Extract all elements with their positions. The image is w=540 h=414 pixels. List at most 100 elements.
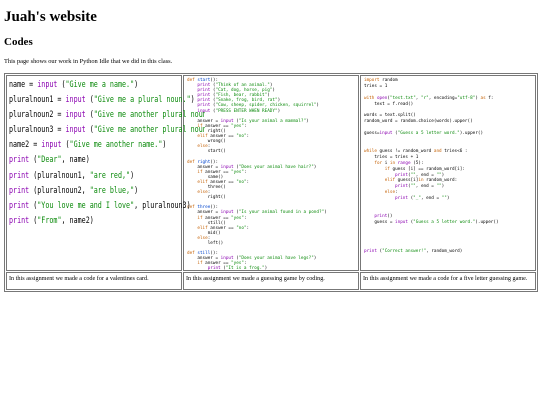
- code-token: input: [65, 110, 86, 121]
- code-token: ): [190, 95, 195, 106]
- code-token: guess != random_word: [376, 148, 434, 154]
- code-token: "PRESS ENTER WHEN READY": [215, 108, 278, 114]
- valentines-caption: In this assignment we made a code for a …: [6, 272, 182, 290]
- code-token: words = text.split(): [364, 113, 416, 119]
- code-token: "no": [236, 225, 247, 231]
- code-token: random: [379, 78, 398, 83]
- guessing-game-code-cell: def start(): print ("Think of an animal.…: [183, 75, 359, 271]
- code-token: random_word = random.choice(words).upper…: [364, 119, 473, 125]
- code-token: "Give me a name.": [65, 80, 135, 90]
- code-token: (: [29, 200, 38, 211]
- code-token: "You love me and I love": [37, 200, 135, 211]
- code-line: name = input ("Give me a name."): [9, 78, 162, 93]
- code-token: "From": [37, 215, 62, 226]
- guessing-game-code-screenshot: def start(): print ("Think of an animal.…: [184, 76, 358, 270]
- code-token: print: [395, 172, 408, 178]
- code-token: "Give me a plural noun.": [93, 95, 191, 106]
- code-token: import: [364, 78, 380, 83]
- code-token: , encoding=: [428, 95, 458, 101]
- code-token: :: [395, 190, 398, 196]
- code-token: else: [384, 190, 396, 196]
- code-token: "test.txt": [389, 95, 416, 101]
- code-line: print ("From", name2): [9, 214, 162, 229]
- code-token: "Does your animal have hair?": [238, 164, 314, 170]
- code-token: print: [9, 155, 30, 166]
- code-token: name =: [9, 80, 38, 90]
- word-game-caption: In this assignment we made a code for a …: [360, 272, 536, 290]
- code-token: "Correct answer!": [382, 249, 427, 255]
- code-line: print ("Dear", name): [9, 153, 162, 168]
- code-token: ): [441, 172, 445, 178]
- code-token: "utf-8": [457, 95, 476, 101]
- code-token: , end =: [420, 196, 442, 202]
- code-token: pluralnoun2 =: [9, 110, 66, 121]
- code-token: elif: [384, 178, 396, 184]
- code-token: print: [9, 185, 30, 196]
- code-token: input: [37, 80, 58, 90]
- code-token: print: [395, 184, 408, 190]
- code-token: ): [134, 185, 139, 196]
- code-token: guess[i]: [395, 178, 419, 184]
- valentines-code-screenshot: name = input ("Give me a name.") pluralno…: [7, 76, 205, 266]
- code-token: pluralnoun3 =: [9, 125, 66, 136]
- code-token: print: [364, 249, 377, 255]
- code-token: tries<6 :: [441, 148, 468, 154]
- code-token: , name2): [61, 215, 94, 226]
- code-token: "r": [420, 95, 429, 101]
- code-token: ): [316, 103, 319, 109]
- code-token: (pluralnoun2,: [29, 185, 90, 196]
- code-token: pluralnoun1 =: [9, 95, 66, 106]
- code-token: ): [264, 266, 268, 270]
- code-token: print: [395, 196, 408, 202]
- code-token: (: [85, 110, 94, 121]
- code-token: for: [374, 160, 383, 166]
- valentines-code-cell: name = input ("Give me a name.") pluralno…: [6, 75, 205, 271]
- code-line: print ("Correct answer!", random_word): [364, 249, 532, 255]
- code-token: ): [272, 88, 275, 94]
- code-token: input: [65, 95, 86, 106]
- code-token: "_": [413, 196, 421, 202]
- code-token: range: [397, 160, 411, 166]
- code-token: (): [387, 213, 393, 219]
- word-game-code-screenshot: import random tries = 1 with open("test.t…: [361, 76, 535, 270]
- code-token: "Does your animal have legs?": [238, 256, 314, 262]
- code-token: "are red,": [89, 170, 131, 181]
- code-token: :: [243, 123, 247, 129]
- code-token: ): [313, 164, 317, 170]
- code-token: "no": [236, 134, 247, 140]
- code-token: (: [29, 155, 38, 166]
- code-line: print ("It is a frog."): [187, 266, 355, 270]
- code-token: input: [41, 140, 62, 151]
- code-token: open: [376, 95, 388, 101]
- code-token: "Is your animal found in a pond?": [238, 210, 325, 216]
- code-token: (: [85, 95, 94, 106]
- code-token: ): [313, 256, 317, 262]
- code-token: "yes": [231, 169, 244, 175]
- code-token: ): [134, 80, 139, 90]
- code-line: print (pluralnoun1, "are red,"): [9, 169, 162, 184]
- code-token: input: [65, 125, 86, 136]
- code-token: print: [207, 266, 221, 270]
- caption-row: In this assignment we made a code for a …: [6, 272, 536, 290]
- code-token: start(): [187, 149, 226, 155]
- code-token: name2 =: [9, 140, 42, 151]
- code-token: ): [277, 108, 281, 114]
- code-token: "Give me another name.": [69, 140, 163, 151]
- code-token: text = f.read(): [364, 101, 414, 107]
- code-token: ).upper(): [459, 131, 484, 137]
- code-token: print: [9, 170, 30, 181]
- code-token: "Dear": [37, 155, 62, 166]
- code-token: guess=: [364, 131, 380, 137]
- code-token: :: [243, 215, 247, 221]
- code-token: i: [382, 160, 390, 166]
- code-token: "yes": [231, 215, 244, 221]
- code-token: guess [i] == random_word[i]:: [389, 166, 465, 172]
- guessing-game-caption: In this assignment we made a guessing ga…: [183, 272, 359, 290]
- page-title: Juah's website: [4, 9, 97, 25]
